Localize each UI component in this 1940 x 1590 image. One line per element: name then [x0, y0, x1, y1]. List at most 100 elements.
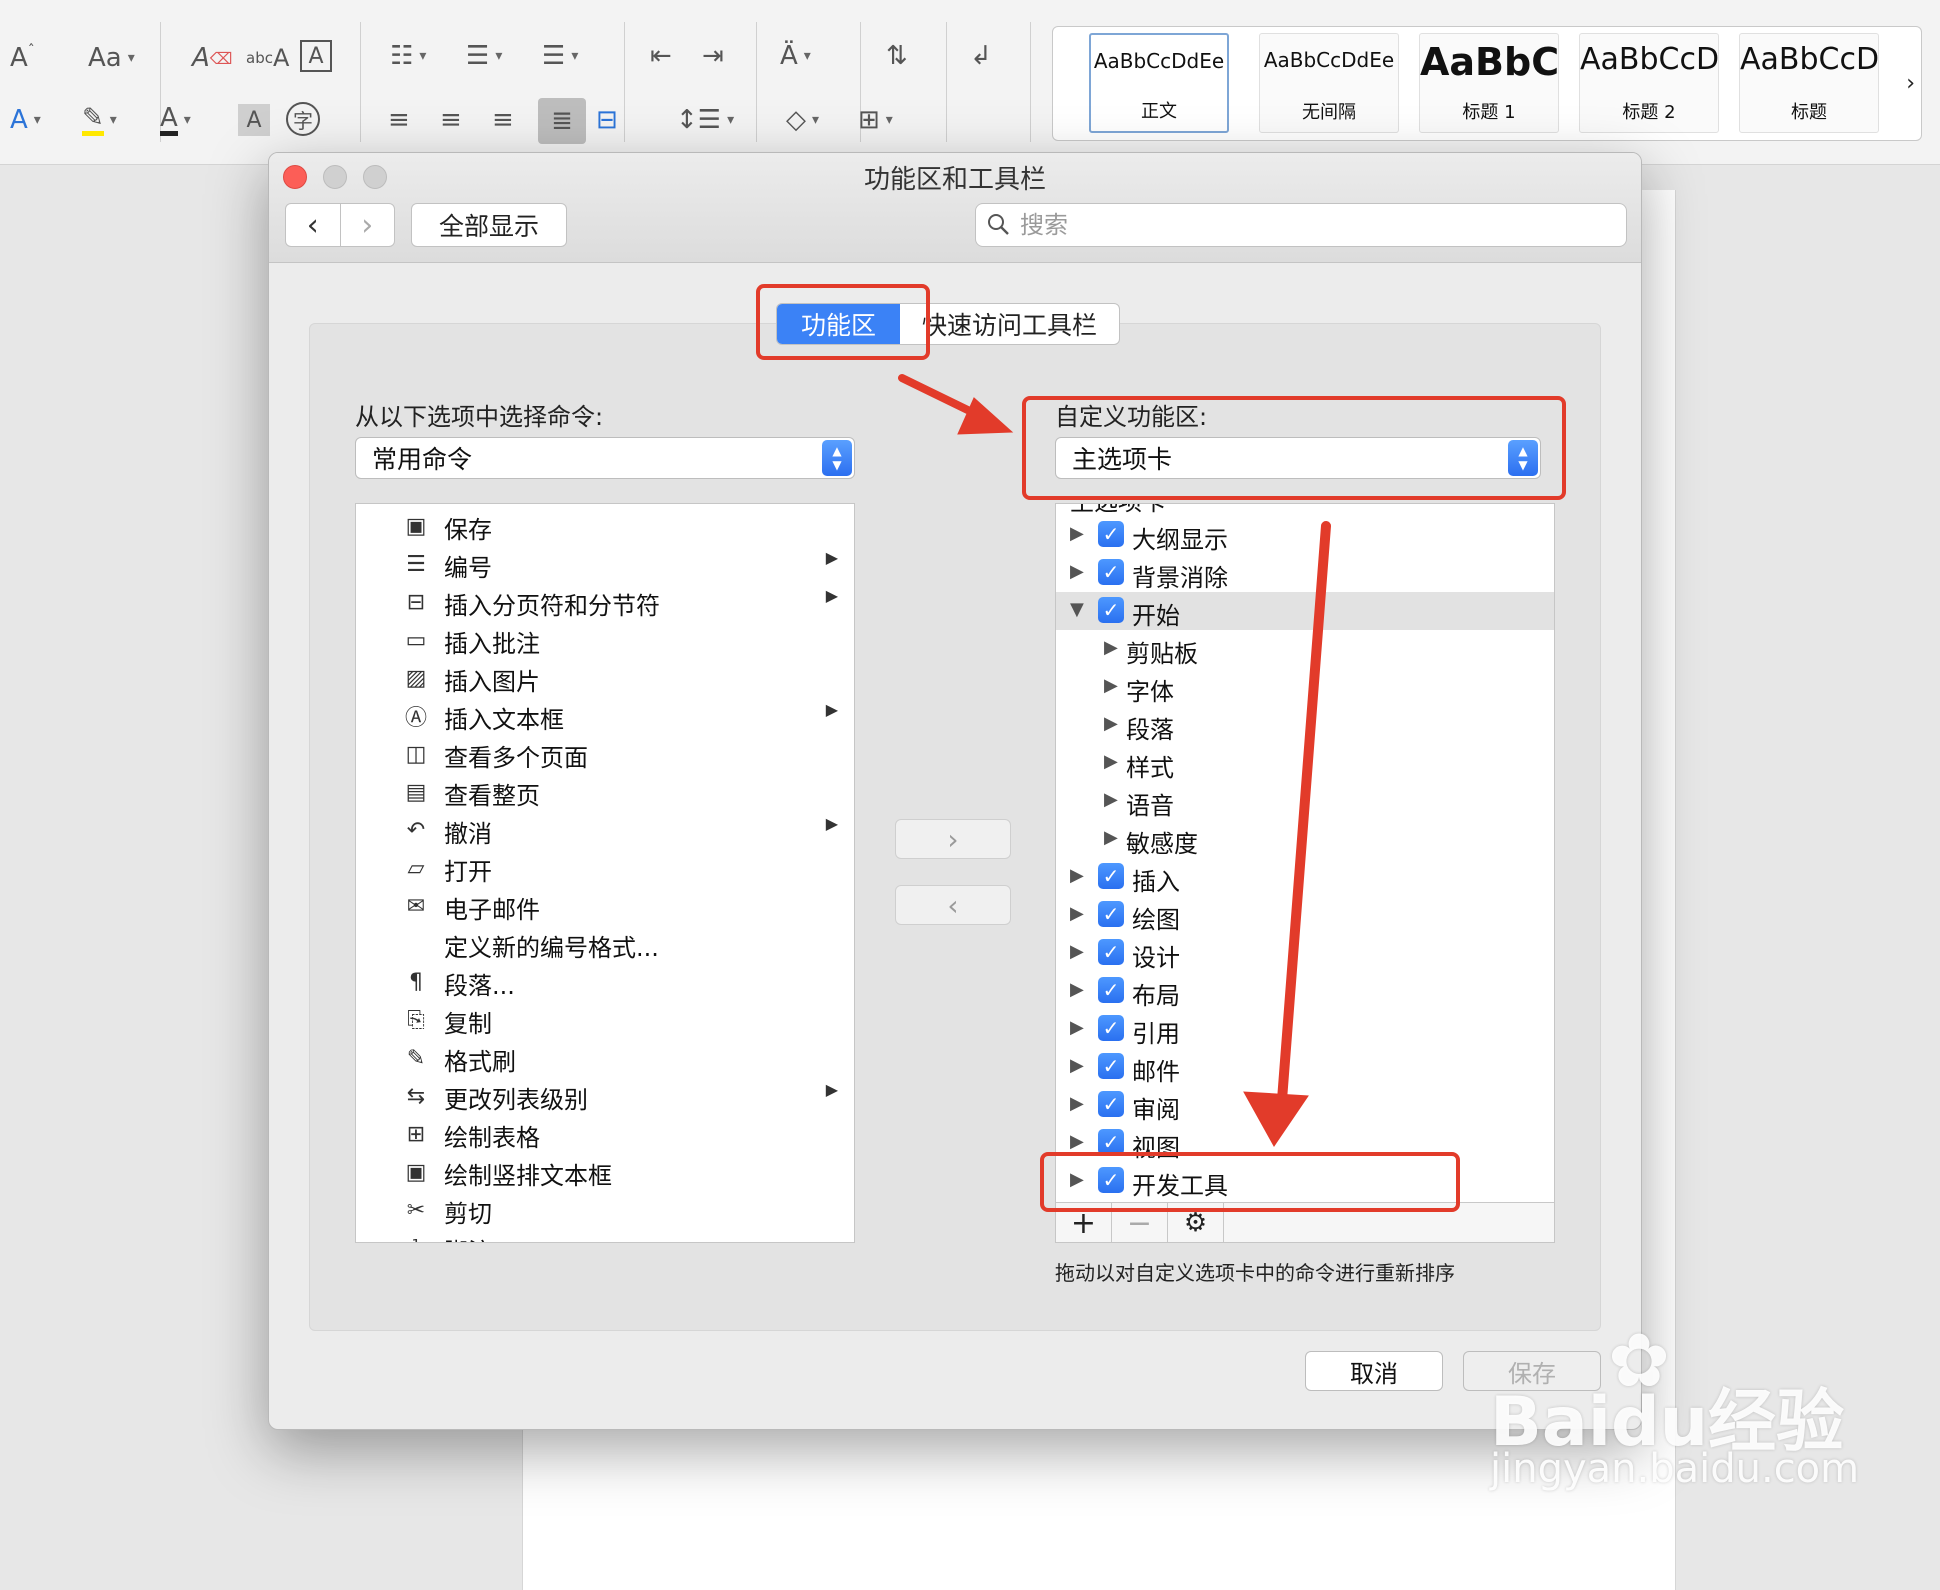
- decrease-indent-button[interactable]: ⇤: [650, 36, 672, 76]
- tree-tab-item[interactable]: ▶ ✓ 绘图: [1056, 896, 1554, 934]
- disclosure-closed-icon[interactable]: ▶: [1104, 713, 1118, 734]
- tree-group-item[interactable]: ▶ 剪贴板: [1056, 630, 1554, 668]
- highlight-button[interactable]: ✎ ▾: [82, 100, 117, 140]
- tree-group-item[interactable]: ▶ 样式: [1056, 744, 1554, 782]
- command-item[interactable]: ▭ 插入批注: [356, 620, 854, 659]
- show-all-button[interactable]: 全部显示: [411, 203, 567, 247]
- align-left-button[interactable]: ≡: [388, 100, 410, 140]
- style-no-spacing[interactable]: AaBbCcDdEe 无间隔: [1259, 33, 1399, 133]
- command-item[interactable]: ▨ 插入图片: [356, 658, 854, 697]
- line-spacing-button[interactable]: ↕☰ ▾: [676, 100, 734, 140]
- text-effects-abc-icon[interactable]: abc A: [246, 38, 289, 78]
- text-effect-button[interactable]: A ▾: [10, 100, 41, 140]
- style-heading-2[interactable]: AaBbCcD 标题 2: [1579, 33, 1719, 133]
- disclosure-closed-icon[interactable]: ▶: [1070, 941, 1084, 962]
- tree-tab-item[interactable]: ▶ ✓ 引用: [1056, 1010, 1554, 1048]
- distributed-button[interactable]: ⊟: [596, 100, 618, 140]
- tree-tab-item[interactable]: ▶ ✓ 设计: [1056, 934, 1554, 972]
- tree-tab-item[interactable]: ▼ ✓ 开始: [1056, 592, 1554, 630]
- shading-button[interactable]: ◇ ▾: [786, 100, 819, 140]
- align-right-button[interactable]: ≡: [492, 100, 514, 140]
- asian-layout-button[interactable]: Ä ▾: [780, 36, 811, 76]
- gallery-next-icon[interactable]: ›: [1906, 71, 1915, 96]
- checkbox[interactable]: ✓: [1098, 1053, 1124, 1079]
- remove-command-button[interactable]: ‹: [895, 885, 1011, 925]
- disclosure-closed-icon[interactable]: ▶: [1070, 865, 1084, 886]
- checkbox[interactable]: ✓: [1098, 559, 1124, 585]
- tree-tab-item[interactable]: ▶ ✓ 背景消除: [1056, 554, 1554, 592]
- command-item[interactable]: ▣ 绘制竖排文本框: [356, 1152, 854, 1191]
- command-item[interactable]: ⎘ 复制: [356, 1000, 854, 1039]
- command-item[interactable]: ✉ 电子邮件: [356, 886, 854, 925]
- tree-tab-item[interactable]: ▶ ✓ 插入: [1056, 858, 1554, 896]
- change-case-button[interactable]: Aa ▾: [88, 38, 135, 78]
- disclosure-closed-icon[interactable]: ▶: [1104, 637, 1118, 658]
- disclosure-closed-icon[interactable]: ▶: [1070, 1017, 1084, 1038]
- tree-group-item[interactable]: ▶ 字体: [1056, 668, 1554, 706]
- checkbox[interactable]: ✓: [1098, 863, 1124, 889]
- enclose-character-icon[interactable]: 字: [286, 102, 320, 136]
- numbering-button[interactable]: ☰ ▾: [466, 36, 502, 76]
- bullets-button[interactable]: ☷ ▾: [390, 36, 426, 76]
- command-item[interactable]: ✂ 剪切: [356, 1190, 854, 1229]
- disclosure-open-icon[interactable]: ▼: [1070, 599, 1084, 620]
- command-item[interactable]: ▤ 查看整页: [356, 772, 854, 811]
- tree-group-item[interactable]: ▶ 敏感度: [1056, 820, 1554, 858]
- tree-tab-item[interactable]: ▶ ✓ 审阅: [1056, 1086, 1554, 1124]
- borders-button[interactable]: ⊞ ▾: [858, 100, 893, 140]
- command-item[interactable]: ▣ 保存: [356, 506, 854, 545]
- checkbox[interactable]: ✓: [1098, 901, 1124, 927]
- show-marks-button[interactable]: ↲: [970, 36, 992, 76]
- character-border-icon[interactable]: A: [300, 40, 332, 72]
- checkbox[interactable]: ✓: [1098, 597, 1124, 623]
- style-title[interactable]: AaBbCcD 标题: [1739, 33, 1879, 133]
- disclosure-closed-icon[interactable]: ▶: [1104, 789, 1118, 810]
- command-item[interactable]: ⇆ 更改列表级别 ▶: [356, 1076, 854, 1114]
- disclosure-closed-icon[interactable]: ▶: [1070, 523, 1084, 544]
- search-input[interactable]: [1018, 204, 1618, 246]
- command-item[interactable]: ↶ 撤消 ▶: [356, 810, 854, 848]
- disclosure-closed-icon[interactable]: ▶: [1070, 1093, 1084, 1114]
- disclosure-closed-icon[interactable]: ▶: [1070, 1131, 1084, 1152]
- choose-commands-popup[interactable]: 常用命令 ▲ ▼: [355, 437, 855, 479]
- tree-group-item[interactable]: ▶ 语音: [1056, 782, 1554, 820]
- sort-button[interactable]: ⇅: [886, 36, 908, 76]
- command-item[interactable]: ¶ 段落...: [356, 962, 854, 1001]
- disclosure-closed-icon[interactable]: ▶: [1104, 675, 1118, 696]
- tree-tab-item[interactable]: ▶ ✓ 大纲显示: [1056, 516, 1554, 554]
- command-item[interactable]: 定义新的编号格式...: [356, 924, 854, 962]
- multilevel-list-button[interactable]: ☰ ▾: [542, 36, 578, 76]
- disclosure-closed-icon[interactable]: ▶: [1104, 751, 1118, 772]
- command-item[interactable]: ⊞ 绘制表格: [356, 1114, 854, 1153]
- forward-button[interactable]: ›: [339, 204, 395, 246]
- style-heading-1[interactable]: AaBbC 标题 1: [1419, 33, 1559, 133]
- command-item[interactable]: Ⓐ 插入文本框 ▶: [356, 696, 854, 734]
- cancel-button[interactable]: 取消: [1305, 1351, 1443, 1391]
- tree-tab-item[interactable]: ▶ ✓ 邮件: [1056, 1048, 1554, 1086]
- command-item[interactable]: ✎ 格式刷: [356, 1038, 854, 1077]
- align-center-button[interactable]: ≡: [440, 100, 462, 140]
- font-color-button[interactable]: A ▾: [160, 100, 191, 140]
- command-item[interactable]: ▱ 打开: [356, 848, 854, 887]
- command-item[interactable]: ⊟ 插入分页符和分节符 ▶: [356, 582, 854, 620]
- checkbox[interactable]: ✓: [1098, 1015, 1124, 1041]
- add-command-button[interactable]: ›: [895, 819, 1011, 859]
- increase-indent-button[interactable]: ⇥: [702, 36, 724, 76]
- justify-button[interactable]: ≣: [538, 98, 586, 144]
- checkbox[interactable]: ✓: [1098, 977, 1124, 1003]
- command-item[interactable]: ¹ 脚注: [356, 1228, 854, 1243]
- tree-group-item[interactable]: ▶ 段落: [1056, 706, 1554, 744]
- checkbox[interactable]: ✓: [1098, 939, 1124, 965]
- back-button[interactable]: ‹: [286, 204, 340, 246]
- grow-font-button[interactable]: Aˆ: [10, 38, 35, 78]
- command-item[interactable]: ☰ 编号 ▶: [356, 544, 854, 582]
- checkbox[interactable]: ✓: [1098, 1091, 1124, 1117]
- disclosure-closed-icon[interactable]: ▶: [1104, 827, 1118, 848]
- tab-quick-access-toolbar[interactable]: 快速访问工具栏: [900, 304, 1119, 344]
- style-normal[interactable]: AaBbCcDdEe 正文: [1089, 33, 1229, 133]
- disclosure-closed-icon[interactable]: ▶: [1070, 903, 1084, 924]
- tree-tab-item[interactable]: ▶ ✓ 布局: [1056, 972, 1554, 1010]
- character-shading-icon[interactable]: A: [238, 104, 270, 136]
- checkbox[interactable]: ✓: [1098, 521, 1124, 547]
- disclosure-closed-icon[interactable]: ▶: [1070, 979, 1084, 1000]
